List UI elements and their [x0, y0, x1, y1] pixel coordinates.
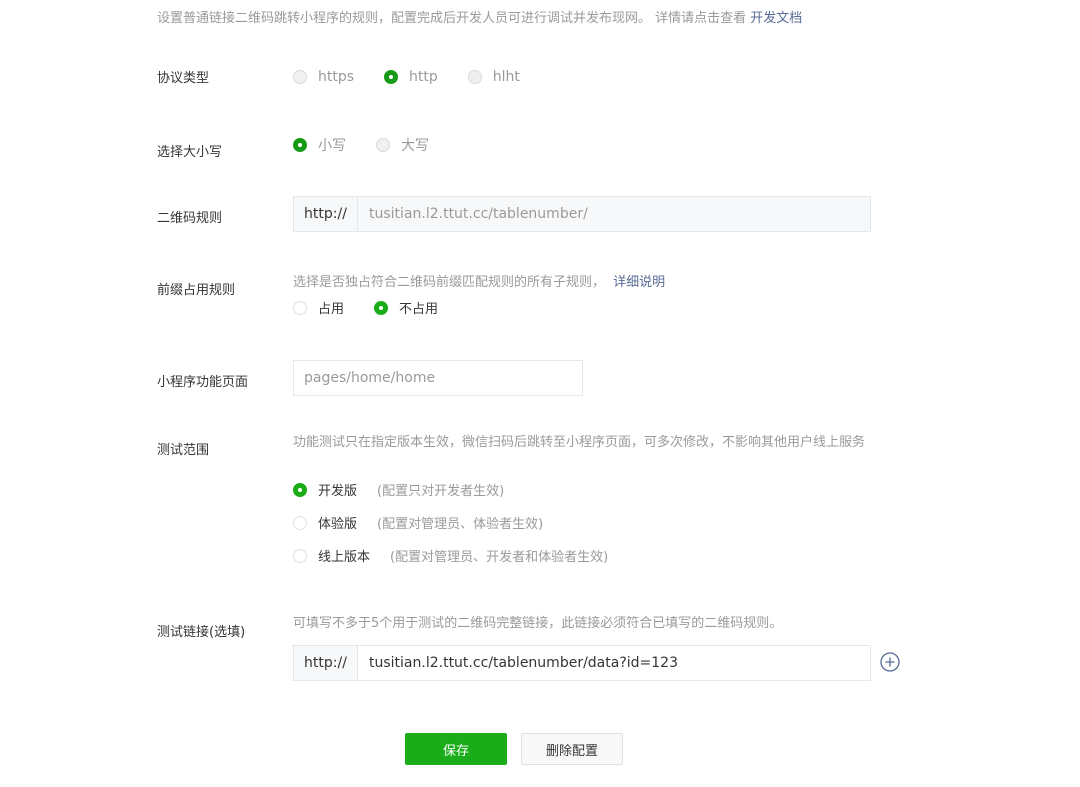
case-option-upper[interactable]: 大写	[376, 135, 429, 155]
qr-rule-label: 二维码规则	[157, 211, 223, 226]
test-link-prefix: http://	[294, 646, 358, 680]
radio-label: hlht	[492, 69, 520, 85]
case-label: 选择大小写	[157, 145, 223, 160]
protocol-option-http[interactable]: http	[384, 69, 438, 85]
radio-checked-icon	[293, 138, 307, 152]
add-link-button[interactable]	[880, 652, 900, 672]
rule-config-page: 设置普通链接二维码跳转小程序的规则，配置完成后开发人员可进行调试并发布现网。 详…	[0, 0, 1080, 787]
radio-checked-icon	[293, 482, 307, 497]
qr-rule-input: tusitian.l2.ttut.cc/tablenumber/	[358, 197, 870, 231]
test-scope-option-trial[interactable]: 体验版 (配置对管理员、体验者生效)	[293, 513, 543, 532]
radio-unchecked-icon	[293, 300, 307, 315]
radio-checked-icon	[384, 70, 399, 84]
test-scope-hint: 功能测试只在指定版本生效，微信扫码后跳转至小程序页面，可多次修改，不影响其他用户…	[293, 435, 866, 450]
radio-label: 体验版	[318, 517, 358, 532]
detail-link[interactable]: 详细说明	[613, 275, 665, 290]
radio-label: http	[409, 69, 438, 85]
protocol-option-hlht[interactable]: hlht	[467, 69, 520, 85]
intro-text: 设置普通链接二维码跳转小程序的规则，配置完成后开发人员可进行调试并发布现网。 详…	[157, 11, 747, 26]
radio-label: 开发版	[318, 484, 358, 499]
prefix-rule-hint: 选择是否独占符合二维码前缀匹配规则的所有子规则， 详细说明	[293, 272, 665, 294]
radio-unchecked-icon	[293, 515, 307, 530]
protocol-radio-group: https http hlht	[293, 69, 520, 85]
radio-unchecked-icon	[467, 70, 482, 84]
radio-label: 大写	[401, 138, 429, 154]
delete-config-button[interactable]: 删除配置	[521, 733, 623, 765]
radio-unchecked-icon	[293, 70, 307, 84]
protocol-label: 协议类型	[157, 71, 210, 86]
case-option-lower[interactable]: 小写	[293, 135, 346, 155]
radio-label: 小写	[318, 138, 346, 154]
dev-docs-link[interactable]: 开发文档	[750, 11, 802, 26]
test-link-input[interactable]: tusitian.l2.ttut.cc/tablenumber/data?id=…	[358, 646, 870, 680]
test-link-input-group: http:// tusitian.l2.ttut.cc/tablenumber/…	[293, 645, 871, 681]
save-button[interactable]: 保存	[405, 733, 507, 765]
radio-label: 线上版本	[318, 550, 371, 565]
intro-description: 设置普通链接二维码跳转小程序的规则，配置完成后开发人员可进行调试并发布现网。 详…	[157, 7, 802, 26]
radio-note: (配置对管理员、开发者和体验者生效)	[390, 550, 609, 565]
radio-note: (配置对管理员、体验者生效)	[377, 517, 544, 532]
radio-label: 占用	[318, 302, 345, 317]
test-link-hint: 可填写不多于5个用于测试的二维码完整链接，此链接必须符合已填写的二维码规则。	[293, 616, 783, 631]
page-path-label: 小程序功能页面	[157, 375, 249, 390]
qr-rule-prefix: http://	[294, 197, 358, 231]
plus-circle-icon	[880, 652, 900, 672]
radio-note: (配置只对开发者生效)	[377, 484, 505, 499]
radio-unchecked-icon	[293, 548, 307, 563]
radio-label: https	[318, 69, 355, 85]
protocol-option-https[interactable]: https	[293, 69, 354, 85]
test-scope-option-dev[interactable]: 开发版 (配置只对开发者生效)	[293, 480, 504, 499]
radio-unchecked-icon	[376, 138, 390, 152]
case-radio-group: 小写 大写	[293, 135, 429, 155]
radio-label: 不占用	[399, 302, 439, 317]
prefix-option-occupy[interactable]: 占用	[293, 298, 344, 317]
test-scope-label: 测试范围	[157, 443, 210, 458]
prefix-rule-radio-group: 占用 不占用	[293, 298, 438, 317]
prefix-option-not-occupy[interactable]: 不占用	[374, 298, 438, 317]
test-scope-option-release[interactable]: 线上版本 (配置对管理员、开发者和体验者生效)	[293, 546, 608, 565]
qr-rule-input-group: http:// tusitian.l2.ttut.cc/tablenumber/	[293, 196, 871, 232]
radio-checked-icon	[374, 300, 389, 315]
test-link-label: 测试链接(选填)	[157, 625, 246, 640]
prefix-rule-label: 前缀占用规则	[157, 283, 236, 298]
prefix-rule-hint-text: 选择是否独占符合二维码前缀匹配规则的所有子规则，	[293, 275, 606, 290]
page-path-input[interactable]: pages/home/home	[293, 360, 583, 396]
